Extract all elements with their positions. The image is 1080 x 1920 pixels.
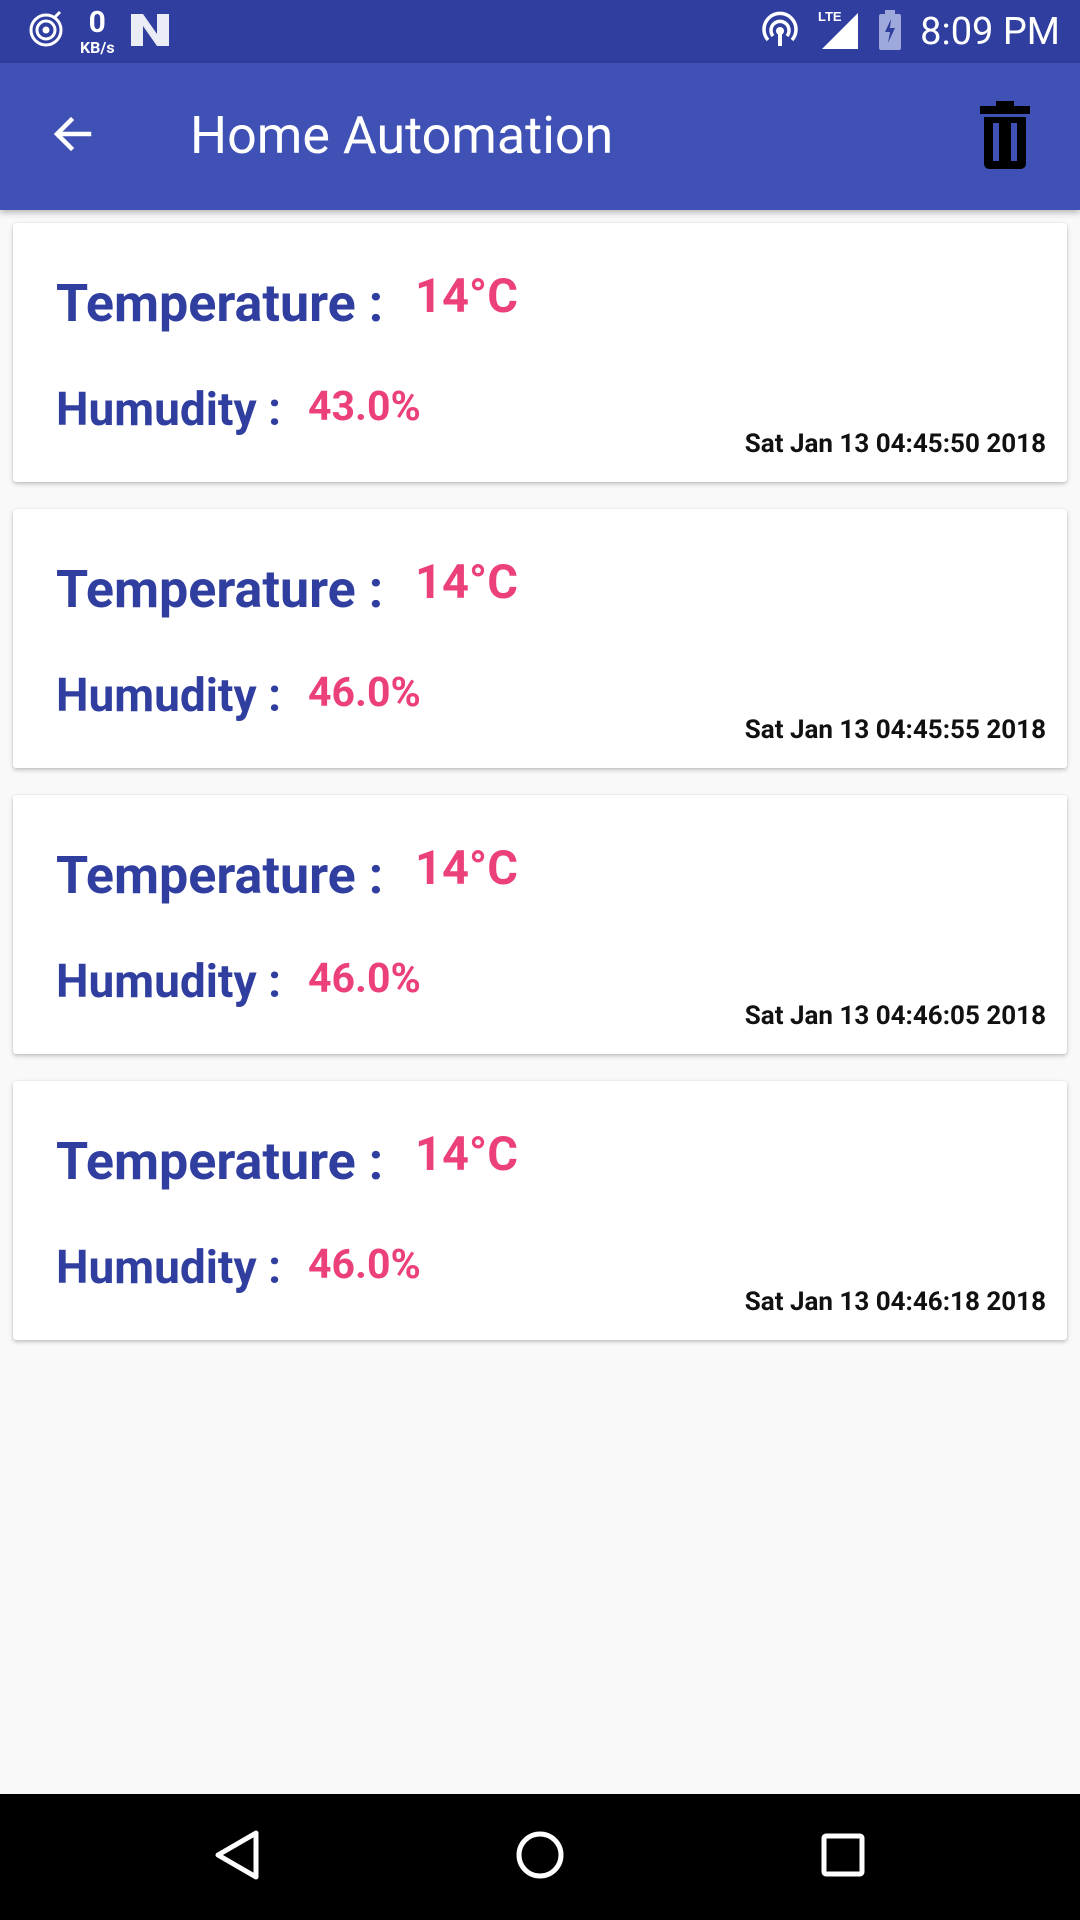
n-icon bbox=[129, 12, 171, 52]
reading-card[interactable]: Temperature : 14°C Humudity : 46.0% Sat … bbox=[13, 1081, 1067, 1340]
arrow-back-icon bbox=[49, 110, 97, 162]
nav-recents-icon bbox=[815, 1827, 871, 1887]
temperature-label: Temperature : bbox=[56, 1131, 384, 1192]
nav-back-icon bbox=[210, 1827, 266, 1887]
network-speed-value: 0 bbox=[88, 5, 106, 40]
reading-timestamp: Sat Jan 13 04:45:55 2018 bbox=[744, 715, 1046, 745]
navigation-bar bbox=[0, 1794, 1080, 1920]
temperature-value: 14°C bbox=[415, 841, 518, 896]
temperature-value: 14°C bbox=[415, 555, 518, 610]
reading-timestamp: Sat Jan 13 04:45:50 2018 bbox=[744, 429, 1046, 459]
humidity-label: Humudity : bbox=[56, 1241, 282, 1295]
hotspot-icon bbox=[760, 10, 800, 54]
delete-button[interactable] bbox=[970, 101, 1040, 173]
reading-timestamp: Sat Jan 13 04:46:05 2018 bbox=[744, 1001, 1046, 1031]
signal-icon: LTE bbox=[818, 9, 860, 55]
temperature-label: Temperature : bbox=[56, 273, 384, 334]
reading-card[interactable]: Temperature : 14°C Humudity : 43.0% Sat … bbox=[13, 223, 1067, 482]
temperature-label: Temperature : bbox=[56, 559, 384, 620]
status-bar-right: LTE 8:09 PM bbox=[760, 6, 1060, 58]
status-bar-left: 0 KB/s bbox=[26, 6, 171, 58]
humidity-label: Humudity : bbox=[56, 955, 282, 1009]
status-bar: 0 KB/s LTE 8:09 PM bbox=[0, 0, 1080, 63]
app-bar: Home Automation bbox=[0, 63, 1080, 210]
nav-back-button[interactable] bbox=[203, 1822, 273, 1892]
temperature-value: 14°C bbox=[415, 269, 518, 324]
nav-home-button[interactable] bbox=[505, 1822, 575, 1892]
reading-list: Temperature : 14°C Humudity : 43.0% Sat … bbox=[13, 223, 1067, 1367]
battery-icon bbox=[878, 10, 902, 54]
network-speed: 0 KB/s bbox=[80, 8, 115, 56]
back-button[interactable] bbox=[40, 103, 106, 169]
humidity-value: 46.0% bbox=[308, 669, 421, 717]
nav-home-icon bbox=[512, 1827, 568, 1887]
nav-recents-button[interactable] bbox=[808, 1822, 878, 1892]
trash-icon bbox=[980, 101, 1030, 173]
network-speed-unit: KB/s bbox=[80, 38, 115, 57]
cast-icon bbox=[26, 10, 66, 54]
humidity-label: Humudity : bbox=[56, 383, 282, 437]
temperature-value: 14°C bbox=[415, 1127, 518, 1182]
reading-timestamp: Sat Jan 13 04:46:18 2018 bbox=[744, 1287, 1046, 1317]
humidity-value: 46.0% bbox=[308, 1241, 421, 1289]
temperature-label: Temperature : bbox=[56, 845, 384, 906]
network-type-label: LTE bbox=[818, 9, 842, 24]
humidity-value: 43.0% bbox=[308, 383, 421, 431]
reading-card[interactable]: Temperature : 14°C Humudity : 46.0% Sat … bbox=[13, 795, 1067, 1054]
humidity-label: Humudity : bbox=[56, 669, 282, 723]
status-time: 8:09 PM bbox=[920, 10, 1060, 54]
reading-card[interactable]: Temperature : 14°C Humudity : 46.0% Sat … bbox=[13, 509, 1067, 768]
page-title: Home Automation bbox=[190, 105, 614, 166]
humidity-value: 46.0% bbox=[308, 955, 421, 1003]
